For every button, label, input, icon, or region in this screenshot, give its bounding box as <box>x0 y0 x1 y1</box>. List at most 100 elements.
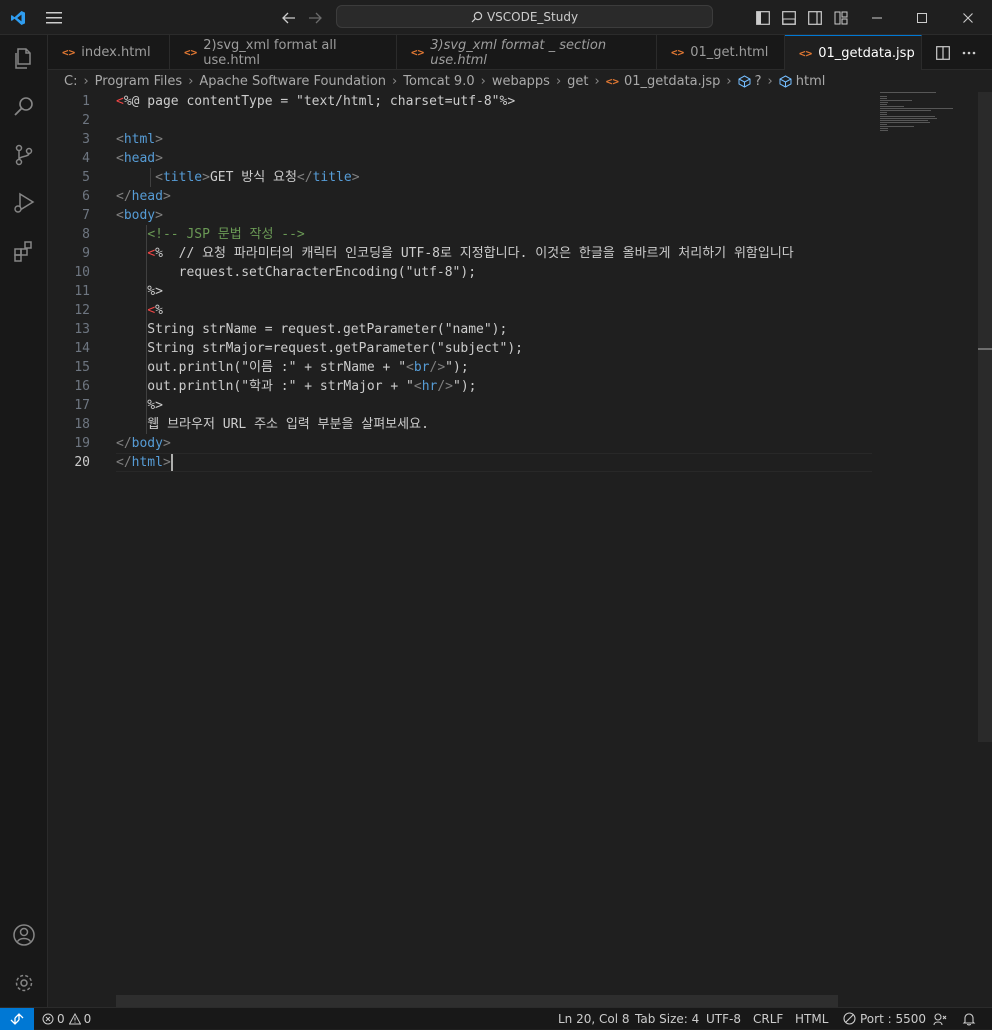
code-line[interactable]: 2 <box>48 111 872 130</box>
breadcrumb-item[interactable]: Program Files <box>95 74 183 89</box>
end-of-line[interactable]: CRLF <box>753 1008 783 1029</box>
chevron-right-icon: › <box>480 73 486 89</box>
chevron-right-icon: › <box>555 73 562 89</box>
more-actions-icon[interactable] <box>958 35 980 70</box>
code-token: < <box>155 170 163 185</box>
horizontal-scrollbar[interactable] <box>116 995 838 1007</box>
code-line[interactable]: 18 웹 브라우저 URL 주소 입력 부분을 살펴보세요. <box>48 415 872 434</box>
tab-size[interactable]: Tab Size: 4 <box>635 1008 699 1029</box>
tab-index-html[interactable]: <> index.html <box>48 35 170 70</box>
symbol-element-icon <box>738 74 751 88</box>
accounts-icon[interactable] <box>0 911 48 959</box>
code-line[interactable]: 16 out.println("학과 :" + strMajor + "<hr/… <box>48 377 872 396</box>
customize-layout-icon[interactable] <box>832 0 850 35</box>
breadcrumb-item[interactable]: C: <box>64 74 77 89</box>
explorer-icon[interactable] <box>0 35 48 83</box>
breadcrumb-item[interactable]: get <box>567 74 588 89</box>
remote-indicator-icon[interactable] <box>0 1008 34 1030</box>
code-line[interactable]: 5 <title>GET 방식 요청</title> <box>48 168 872 187</box>
html-file-icon: <> <box>411 46 425 59</box>
tab-svg-xml-section-use[interactable]: <> 3)svg_xml format _ section use.html <box>397 35 657 70</box>
file-encoding[interactable]: UTF-8 <box>706 1008 741 1029</box>
code-line[interactable]: 3 <html> <box>48 130 872 149</box>
code-editor[interactable]: 1 <%@ page contentType = "text/html; char… <box>48 92 992 1007</box>
line-number: 1 <box>82 94 90 109</box>
feedback-icon[interactable] <box>933 1008 947 1029</box>
code-token: > <box>162 436 171 451</box>
code-line[interactable]: 4 <head> <box>48 149 872 168</box>
language-mode[interactable]: HTML <box>795 1008 828 1029</box>
code-line[interactable]: 11 %> <box>48 282 872 301</box>
breadcrumb-item[interactable]: webapps <box>492 74 550 89</box>
code-line[interactable]: 9 <% // 요청 파라미터의 캐릭터 인코딩을 UTF-8로 지정합니다. … <box>48 244 872 263</box>
code-text: <head> <box>116 149 163 168</box>
code-token: < <box>116 208 124 223</box>
minimap-line <box>880 100 912 101</box>
live-server-icon <box>843 1012 856 1025</box>
code-line[interactable]: 6 </head> <box>48 187 872 206</box>
live-server-port[interactable]: Port : 5500 <box>843 1008 926 1029</box>
html-file-icon: <> <box>62 46 76 59</box>
code-line[interactable]: 7 <body> <box>48 206 872 225</box>
code-token: > <box>162 455 171 470</box>
code-token: title <box>162 170 203 185</box>
line-number: 17 <box>74 398 90 413</box>
code-line[interactable]: 17 %> <box>48 396 872 415</box>
problems-indicator[interactable]: 0 0 <box>42 1008 91 1029</box>
forward-arrow-icon[interactable] <box>304 0 326 35</box>
minimap-line <box>880 118 938 119</box>
toggle-panel-icon[interactable] <box>780 0 798 35</box>
code-token: < <box>116 132 124 147</box>
code-line[interactable]: 1 <%@ page contentType = "text/html; char… <box>48 92 872 111</box>
run-and-debug-icon[interactable] <box>0 179 48 227</box>
minimap-line <box>880 98 887 99</box>
code-line[interactable]: 12 <% <box>48 301 872 320</box>
code-token: > <box>155 151 163 166</box>
breadcrumb-item[interactable]: html <box>796 74 826 89</box>
breadcrumb-item[interactable]: Apache Software Foundation <box>199 74 386 89</box>
search-icon[interactable] <box>0 83 48 131</box>
close-icon[interactable] <box>953 0 983 35</box>
code-text: %> <box>116 396 163 415</box>
code-line[interactable]: 15 out.println("이름 :" + strName + "<br/>… <box>48 358 872 377</box>
code-line[interactable]: 10 request.setCharacterEncoding("utf-8")… <box>48 263 872 282</box>
toggle-secondary-sidebar-icon[interactable] <box>806 0 824 35</box>
code-token: %> <box>116 284 163 299</box>
minimize-icon[interactable] <box>862 0 892 35</box>
breadcrumb-item[interactable]: 01_getdata.jsp <box>624 74 720 89</box>
search-text: VSCODE_Study <box>486 9 579 24</box>
breadcrumb-item[interactable]: Tomcat 9.0 <box>403 74 474 89</box>
source-control-icon[interactable] <box>0 131 48 179</box>
tab-01-get-html[interactable]: <> 01_get.html <box>657 35 785 70</box>
extensions-icon[interactable] <box>0 227 48 275</box>
line-number: 8 <box>82 227 90 242</box>
code-text: String strName = request.getParameter("n… <box>116 320 507 339</box>
code-token: request.setCharacterEncoding("utf-8"); <box>116 265 477 280</box>
toggle-primary-sidebar-icon[interactable] <box>754 0 772 35</box>
manage-gear-icon[interactable] <box>0 959 48 1007</box>
split-editor-icon[interactable] <box>932 35 954 70</box>
code-line[interactable]: 8 <!-- JSP 문법 작성 --> <box>48 225 872 244</box>
back-arrow-icon[interactable] <box>278 0 300 35</box>
command-center-search[interactable]: VSCODE_Study <box>336 5 713 28</box>
notifications-bell-icon[interactable] <box>962 1008 976 1029</box>
line-number: 4 <box>82 151 90 166</box>
vertical-scrollbar[interactable] <box>978 92 992 742</box>
code-line[interactable]: 13 String strName = request.getParameter… <box>48 320 872 339</box>
minimap-line <box>880 104 887 105</box>
tab-svg-xml-all-use[interactable]: <> 2)svg_xml format all use.html <box>170 35 397 70</box>
code-line[interactable]: 14 String strMajor=request.getParameter(… <box>48 339 872 358</box>
cursor-position[interactable]: Ln 20, Col 8 <box>558 1008 630 1029</box>
minimap-line <box>880 92 937 93</box>
code-token: < <box>116 151 124 166</box>
menu-icon[interactable] <box>42 0 66 35</box>
maximize-icon[interactable] <box>907 0 937 35</box>
breadcrumb-item[interactable]: ? <box>755 74 762 89</box>
code-line[interactable]: 20 </html> <box>48 453 872 472</box>
code-line[interactable]: 19 </body> <box>48 434 872 453</box>
code-token: head <box>123 151 156 166</box>
line-number: 11 <box>74 284 90 299</box>
minimap[interactable] <box>872 92 978 152</box>
tab-01-getdata-jsp[interactable]: <> 01_getdata.jsp <box>785 35 922 70</box>
